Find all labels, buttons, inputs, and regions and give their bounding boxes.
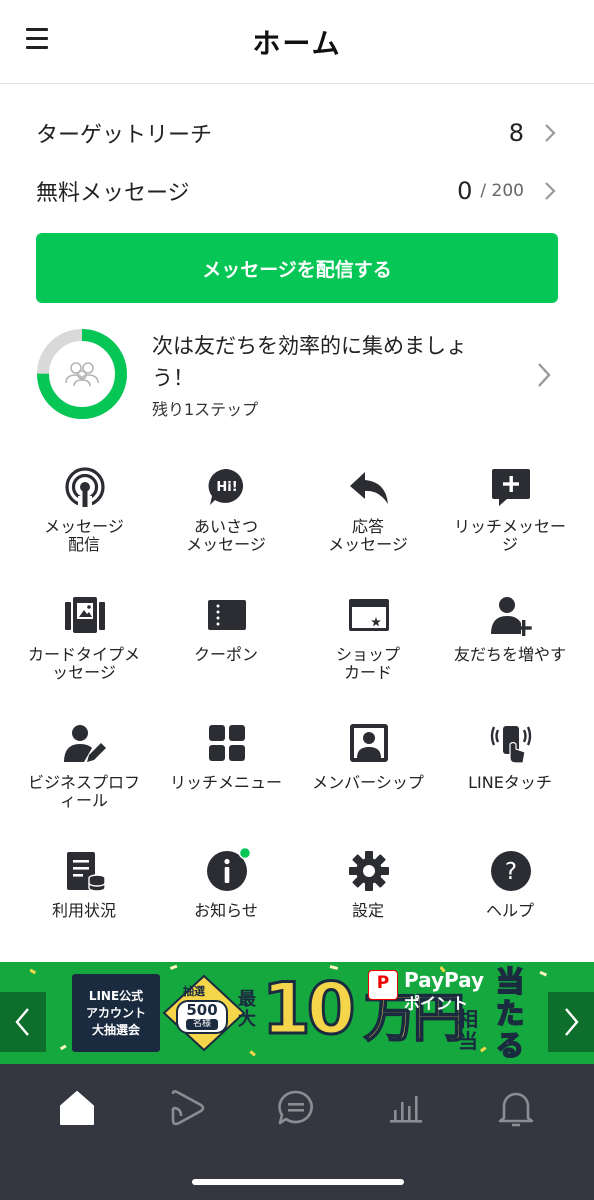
grid-item-settings[interactable]: 設定 [294,846,442,956]
grid-item-label: 友だちを増やす [453,645,566,664]
free-messages-limit: / 200 [480,181,524,201]
paypay-logo-icon [368,970,398,1000]
grid-item-broadcast[interactable]: メッセージ 配信 [10,462,158,572]
grid-item-label: メンバーシップ [312,773,424,792]
grid-item-label: 設定 [351,901,384,920]
grid-item-label: お知らせ [194,901,258,920]
app-header: ホーム [0,0,594,84]
grid-item-label: カードタイプメ ッセージ [27,645,140,682]
page-title: ホーム [252,27,342,60]
coupon-icon [208,600,246,630]
grid-item-add-friends[interactable]: 友だちを増やす [436,590,584,700]
chevron-right-icon [565,1008,579,1036]
business-profile-icon [64,725,106,762]
free-messages-row[interactable]: 無料メッセージ 0 / 200 [36,171,558,211]
rich-menu-grid-icon [209,725,245,761]
grid-item-auto-reply[interactable]: 応答 メッセージ [294,462,442,572]
nav-analytics[interactable] [382,1086,430,1130]
grid-item-label: ヘルプ [485,901,534,920]
onboarding-progress-card[interactable]: 次は友だちを効率的に集めましょう！ 残り1ステップ [36,328,558,422]
promo-banner[interactable]: LINE公式 アカウント 大抽選会 抽選 500 名様 最大 10 万円 Pay… [0,962,594,1064]
svg-text:?: ? [505,859,517,885]
home-indicator [192,1179,404,1185]
progress-title: 次は友だちを効率的に集めましょう！ [152,334,467,390]
nav-voom[interactable] [163,1086,211,1130]
voom-play-icon [171,1090,205,1126]
grid-item-label: 利用状況 [51,901,116,920]
settings-gear-icon [349,851,389,891]
grid-item-label: リッチメニュー [169,773,282,792]
grid-item-help[interactable]: ? ヘルプ [436,846,584,956]
membership-icon [350,724,388,762]
chevron-left-icon [15,1008,29,1036]
shop-card-icon [349,599,389,631]
grid-item-label: メッセージ 配信 [44,517,124,554]
banner-max-label: 最大 [238,989,256,1030]
banner-hit-label: 当たる [495,965,525,1063]
broadcast-icon [65,467,105,508]
svg-text:Hi!: Hi! [216,480,237,495]
grid-item-label: あいさつ メッセージ [186,517,266,554]
grid-item-card-message[interactable]: カードタイプメ ッセージ [10,590,158,700]
greeting-hi-icon: Hi! [208,468,244,505]
target-reach-row[interactable]: ターゲットリーチ 8 [36,113,558,153]
nav-chat[interactable] [272,1086,320,1130]
grid-item-label: LINEタッチ [468,773,552,792]
free-messages-value: 0 [457,177,473,205]
banner-campaign-title: LINE公式 アカウント 大抽選会 [72,974,160,1052]
home-icon [60,1091,94,1125]
progress-subtitle: 残り1ステップ [152,400,259,419]
grid-item-rich-message[interactable]: リッチメッセー ジ [436,462,584,572]
grid-item-business-profile[interactable]: ビジネスプロフ ィール [10,718,158,828]
line-touch-icon [490,726,532,764]
grid-item-coupon[interactable]: クーポン [152,590,300,700]
chevron-right-icon [545,124,556,142]
banner-amount: 10 [260,967,356,1052]
grid-item-usage[interactable]: 利用状況 [10,846,158,956]
grid-item-label: 応答 メッセージ [328,517,408,554]
grid-item-rich-menu[interactable]: リッチメニュー [152,718,300,828]
help-question-icon: ? [491,851,531,891]
add-friend-icon [491,597,532,636]
grid-item-membership[interactable]: メンバーシップ [294,718,442,828]
banner-winner-count: 500 名様 [176,1000,228,1034]
card-type-icon [65,597,105,633]
grid-item-shop-card[interactable]: ショップ カード [294,590,442,700]
chevron-right-icon [538,363,551,387]
banner-next-button[interactable] [548,992,594,1052]
grid-item-notices[interactable]: お知らせ [152,846,300,956]
nav-notifications[interactable] [492,1086,540,1130]
banner-lottery-label: 抽選 [183,985,205,998]
info-notice-icon [207,846,252,891]
friends-group-icon [65,362,99,387]
rich-message-plus-icon [492,469,530,506]
chevron-right-icon [545,182,556,200]
grid-item-label: ビジネスプロフ ィール [27,773,140,810]
analytics-chart-icon [390,1096,422,1123]
new-notice-badge [238,846,252,860]
banner-equiv-label: 相当 [458,1007,478,1053]
grid-item-label: リッチメッセー ジ [453,517,566,554]
banner-count-number: 500 [186,1001,218,1019]
banner-paypay-label: PayPay [404,968,485,992]
chat-bubble-icon [278,1090,313,1125]
nav-home[interactable] [53,1086,101,1130]
grid-item-label: クーポン [193,645,258,664]
grid-item-line-touch[interactable]: LINEタッチ [436,718,584,828]
progress-ring [37,329,127,419]
banner-count-unit: 名様 [186,1019,218,1030]
usage-icon [67,852,106,892]
grid-item-label: ショップ カード [335,645,400,682]
grid-item-greeting[interactable]: Hi! あいさつ メッセージ [152,462,300,572]
send-message-button[interactable]: メッセージを配信する [36,233,558,303]
banner-prev-button[interactable] [0,992,46,1052]
notification-bell-icon [498,1092,534,1127]
target-reach-value: 8 [508,119,524,147]
reply-arrow-icon [350,472,388,504]
target-reach-label: ターゲットリーチ [36,123,213,148]
free-messages-label: 無料メッセージ [36,181,190,206]
